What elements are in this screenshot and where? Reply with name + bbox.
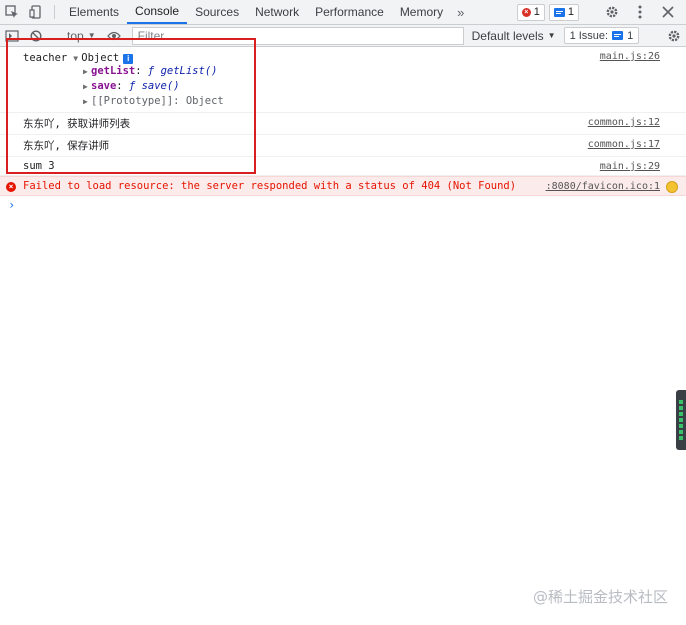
error-message: Failed to load resource: the server resp… xyxy=(23,180,517,192)
error-icon: × xyxy=(6,182,16,192)
tab-elements[interactable]: Elements xyxy=(61,0,127,24)
message-count: 1 xyxy=(567,6,574,18)
dropdown-arrow-icon: ▼ xyxy=(87,31,96,40)
object-property[interactable]: ▶ save: ƒ save() xyxy=(23,79,660,94)
error-count-badge[interactable]: × 1 xyxy=(516,3,545,21)
log-entry: 东东吖, 获取讲师列表 common.js:12 xyxy=(0,113,686,135)
object-type: Object xyxy=(81,52,120,64)
tab-sources[interactable]: Sources xyxy=(187,0,247,24)
log-message: 东东吖, 获取讲师列表 xyxy=(23,118,131,130)
object-expander[interactable]: ▼ Object i xyxy=(73,52,134,64)
source-link[interactable]: main.js:29 xyxy=(600,161,660,172)
expand-triangle-icon: ▶ xyxy=(83,67,88,76)
toolbar-divider xyxy=(54,5,55,19)
console-log: teacher ▼ Object i ▶ getList: ƒ getList() ▶… xyxy=(0,47,686,214)
log-levels-dropdown[interactable]: Default levels ▼ xyxy=(472,29,556,43)
log-message: 东东吖, 保存讲师 xyxy=(23,140,110,152)
log-entry: 东东吖, 保存讲师 common.js:17 xyxy=(0,135,686,157)
side-panel-handle[interactable] xyxy=(676,390,686,450)
smiley-icon xyxy=(666,181,678,193)
dropdown-arrow-icon: ▼ xyxy=(547,31,556,40)
inspect-element-icon[interactable] xyxy=(0,0,24,24)
property-value: ƒ save() xyxy=(128,80,180,92)
clear-console-icon[interactable] xyxy=(24,25,48,47)
context-label: top xyxy=(67,28,84,43)
more-tabs-button[interactable]: » xyxy=(451,0,470,24)
error-icon: × xyxy=(521,7,531,17)
issues-count: 1 xyxy=(627,29,634,42)
object-property[interactable]: ▶ getList: ƒ getList() xyxy=(23,64,660,79)
more-options-icon[interactable] xyxy=(628,5,652,19)
log-entry: sum 3 main.js:29 xyxy=(0,157,686,176)
message-icon xyxy=(612,31,624,40)
object-prototype[interactable]: ▶ [[Prototype]]: Object xyxy=(23,94,660,109)
devtools-tabbar: Elements Console Sources Network Perform… xyxy=(0,0,686,25)
tab-console[interactable]: Console xyxy=(127,0,188,24)
prototype-label: [[Prototype]]: Object xyxy=(91,95,224,107)
filter-input[interactable] xyxy=(131,26,464,45)
source-link[interactable]: common.js:12 xyxy=(588,117,660,128)
console-prompt[interactable]: › xyxy=(0,196,686,214)
log-entry-teacher: teacher ▼ Object i ▶ getList: ƒ getList() ▶… xyxy=(0,47,686,113)
expand-triangle-icon: ▶ xyxy=(83,82,88,91)
source-link[interactable]: main.js:26 xyxy=(600,51,660,62)
settings-gear-icon[interactable] xyxy=(600,5,624,19)
log-message: sum 3 xyxy=(23,160,55,172)
context-selector[interactable]: top ▼ xyxy=(61,29,102,43)
device-toolbar-icon[interactable] xyxy=(24,0,48,24)
source-link[interactable]: :8080/favicon.ico:1 xyxy=(546,181,660,192)
info-icon: i xyxy=(123,54,134,64)
property-key: save xyxy=(91,80,117,92)
error-entry: × Failed to load resource: the server re… xyxy=(0,176,686,196)
watermark: @稀土掘金技术社区 xyxy=(532,588,668,606)
close-icon[interactable] xyxy=(656,6,680,18)
console-toolbar: top ▼ Default levels ▼ 1 Issue: 1 xyxy=(0,25,686,47)
console-settings-gear-icon[interactable] xyxy=(662,25,686,47)
issues-label: 1 Issue: xyxy=(569,29,609,42)
show-sidebar-icon[interactable] xyxy=(0,25,24,47)
expand-triangle-icon: ▶ xyxy=(83,97,88,106)
error-count: 1 xyxy=(533,6,540,18)
source-link[interactable]: common.js:17 xyxy=(588,139,660,150)
message-count-badge[interactable]: 1 xyxy=(548,3,579,21)
log-levels-label: Default levels xyxy=(471,28,544,43)
property-value: ƒ getList() xyxy=(147,65,218,77)
message-icon xyxy=(553,7,565,17)
live-expression-eye-icon[interactable] xyxy=(102,25,126,47)
tab-performance[interactable]: Performance xyxy=(307,0,392,24)
issues-button[interactable]: 1 Issue: 1 xyxy=(563,27,640,44)
tab-network[interactable]: Network xyxy=(247,0,307,24)
tab-memory[interactable]: Memory xyxy=(392,0,451,24)
property-key: getList xyxy=(91,65,136,77)
log-label: teacher xyxy=(23,52,68,64)
